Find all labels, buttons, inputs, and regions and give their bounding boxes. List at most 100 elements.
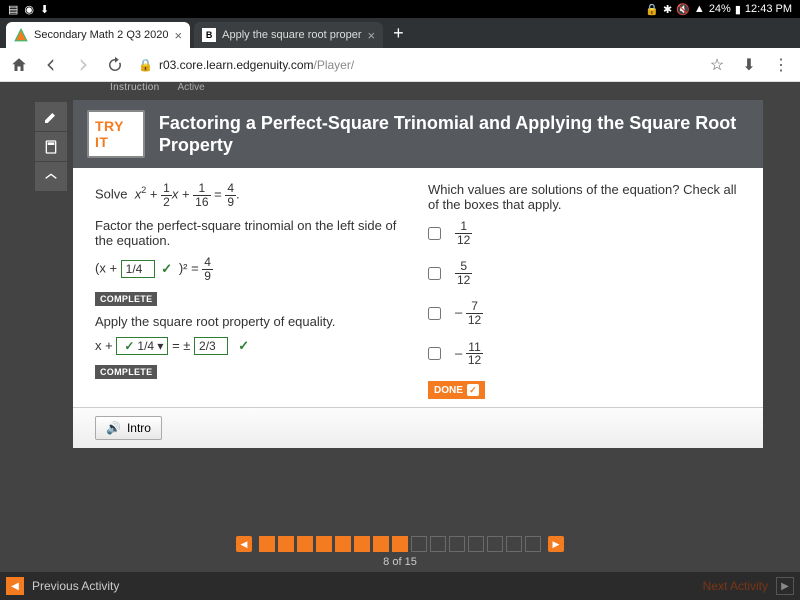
- progress-next[interactable]: ▶: [548, 536, 564, 552]
- url-host: r03.core.learn.edgenuity.com: [159, 58, 314, 72]
- done-label: DONE: [434, 385, 463, 396]
- browser-tab-strip: Secondary Math 2 Q3 2020 × B Apply the s…: [0, 18, 800, 48]
- speaker-icon: 🔊: [106, 421, 121, 435]
- reload-icon[interactable]: [106, 56, 124, 74]
- option-2[interactable]: 512: [428, 260, 741, 286]
- android-status-bar: ▤ ◉ ⬇ 🔒 ✱ 🔇 ▲ 24% ▮ 12:43 PM: [0, 0, 800, 18]
- close-icon[interactable]: ×: [175, 28, 183, 43]
- tab-title: Apply the square root proper: [222, 29, 361, 41]
- check-icon: ✓: [238, 338, 249, 353]
- progress-step[interactable]: [373, 536, 389, 552]
- progress-boxes: ◀ ▶: [232, 536, 568, 552]
- tool-sidebar: [35, 102, 67, 192]
- progress-step[interactable]: [335, 536, 351, 552]
- complete-badge: COMPLETE: [95, 365, 157, 379]
- lesson-header: TRY IT Factoring a Perfect-Square Trinom…: [73, 100, 763, 168]
- pencil-tool[interactable]: [35, 102, 67, 132]
- wifi-icon: ▲: [694, 3, 705, 15]
- question-text: Which values are solutions of the equati…: [428, 182, 741, 212]
- try-it-badge: TRY IT: [87, 110, 145, 158]
- step1-input[interactable]: 1/4: [121, 260, 155, 278]
- option-4[interactable]: – 1112: [428, 341, 741, 367]
- done-button[interactable]: DONE ✓: [428, 381, 485, 399]
- next-activity-label[interactable]: Next Activity: [703, 579, 768, 593]
- tab-inactive[interactable]: B Apply the square root proper ×: [194, 22, 383, 48]
- solve-equation: Solve x2 + 12x + 116 = 49.: [95, 182, 408, 208]
- check-icon: ✓: [161, 261, 172, 276]
- progress-step[interactable]: [297, 536, 313, 552]
- progress-prev[interactable]: ◀: [236, 536, 252, 552]
- progress-step[interactable]: [392, 536, 408, 552]
- progress-step[interactable]: [430, 536, 446, 552]
- back-icon[interactable]: [42, 56, 60, 74]
- collapse-tool[interactable]: [35, 162, 67, 192]
- progress-step[interactable]: [411, 536, 427, 552]
- battery-text: 24%: [709, 3, 731, 15]
- progress-step[interactable]: [468, 536, 484, 552]
- lesson-panel: TRY IT Factoring a Perfect-Square Trinom…: [73, 100, 763, 448]
- download-icon[interactable]: ⬇: [740, 56, 758, 74]
- solve-label: Solve: [95, 187, 128, 202]
- progress-step[interactable]: [525, 536, 541, 552]
- progress-step[interactable]: [278, 536, 294, 552]
- calculator-tool[interactable]: [35, 132, 67, 162]
- step1-expression: (x + 1/4 ✓ )² = 49: [95, 256, 408, 282]
- checkbox[interactable]: [428, 267, 441, 280]
- nav-active[interactable]: Active: [177, 82, 204, 93]
- progress-indicator: ◀ ▶ 8 of 15: [0, 536, 800, 568]
- checkbox[interactable]: [428, 227, 441, 240]
- sync-icon: ◉: [24, 3, 34, 16]
- new-tab-button[interactable]: +: [393, 23, 404, 44]
- star-icon[interactable]: ☆: [708, 56, 726, 74]
- site-icon: [14, 28, 28, 42]
- forward-icon: [74, 56, 92, 74]
- prev-activity-label[interactable]: Previous Activity: [32, 579, 119, 593]
- checkbox[interactable]: [428, 347, 441, 360]
- progress-step[interactable]: [354, 536, 370, 552]
- progress-step[interactable]: [449, 536, 465, 552]
- progress-step[interactable]: [487, 536, 503, 552]
- check-icon: ✓: [124, 339, 134, 353]
- option-3[interactable]: – 712: [428, 300, 741, 326]
- option-1[interactable]: 112: [428, 220, 741, 246]
- home-icon[interactable]: [10, 56, 28, 74]
- nav-instruction[interactable]: Instruction: [110, 82, 159, 93]
- step2-expression: x + ✓1/4 ▾ = ± 2/3 ✓: [95, 337, 408, 355]
- bluetooth-icon: ✱: [663, 3, 672, 16]
- intro-label: Intro: [127, 421, 151, 435]
- download-status-icon: ⬇: [40, 3, 49, 16]
- lesson-title: Factoring a Perfect-Square Trinomial and…: [159, 112, 749, 157]
- url-path: /Player/: [313, 58, 354, 72]
- step2-input[interactable]: 2/3: [194, 337, 228, 355]
- progress-text: 8 of 15: [383, 556, 417, 568]
- page-content: Instruction Active TRY IT Factoring a Pe…: [0, 82, 800, 600]
- progress-step[interactable]: [506, 536, 522, 552]
- image-icon: ▤: [8, 3, 18, 16]
- right-column: Which values are solutions of the equati…: [408, 182, 741, 399]
- mute-icon: 🔇: [676, 3, 690, 16]
- tab-active[interactable]: Secondary Math 2 Q3 2020 ×: [6, 22, 190, 48]
- browser-toolbar: 🔒 r03.core.learn.edgenuity.com/Player/ ☆…: [0, 48, 800, 82]
- next-activity-icon[interactable]: ▶: [776, 577, 794, 595]
- vpn-icon: 🔒: [645, 3, 659, 16]
- breadcrumb: Instruction Active: [85, 82, 205, 93]
- done-check-icon: ✓: [467, 384, 479, 396]
- intro-button[interactable]: 🔊 Intro: [95, 416, 162, 440]
- menu-icon[interactable]: ⋮: [772, 56, 790, 74]
- address-bar[interactable]: 🔒 r03.core.learn.edgenuity.com/Player/: [138, 58, 694, 72]
- battery-icon: ▮: [735, 3, 741, 16]
- site-icon: B: [202, 28, 216, 42]
- lock-icon: 🔒: [138, 58, 153, 72]
- step2-text: Apply the square root property of equali…: [95, 314, 408, 329]
- step1-text: Factor the perfect-square trinomial on t…: [95, 218, 408, 248]
- left-column: Solve x2 + 12x + 116 = 49. Factor the pe…: [95, 182, 408, 399]
- close-icon[interactable]: ×: [368, 28, 376, 43]
- progress-step[interactable]: [316, 536, 332, 552]
- prev-activity-icon[interactable]: ◀: [6, 577, 24, 595]
- progress-step[interactable]: [259, 536, 275, 552]
- intro-bar: 🔊 Intro: [73, 407, 763, 448]
- step2-select[interactable]: ✓1/4 ▾: [116, 337, 168, 355]
- clock: 12:43 PM: [745, 3, 792, 15]
- tab-title: Secondary Math 2 Q3 2020: [34, 29, 169, 41]
- checkbox[interactable]: [428, 307, 441, 320]
